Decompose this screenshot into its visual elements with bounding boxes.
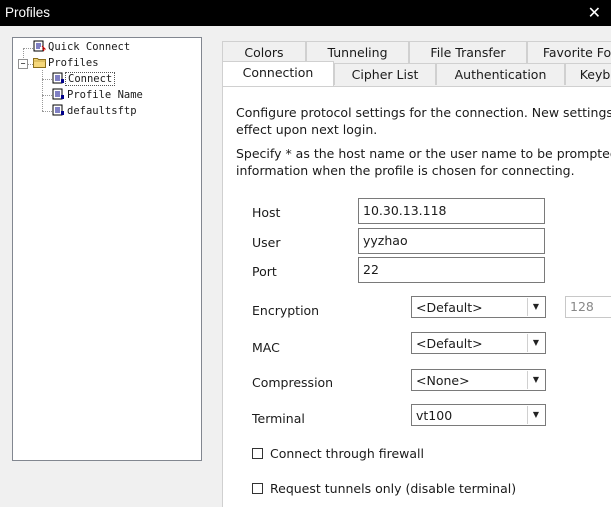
firewall-checkbox[interactable] [252,448,263,459]
tree-item-defaultsftp[interactable]: defaultsftp [52,104,139,119]
tree-item-label: Connect [65,72,116,86]
profile-icon [52,72,64,84]
chevron-down-icon[interactable]: ▼ [527,298,544,316]
tree-item-label: Quick Connect [48,41,131,53]
port-label: Port [252,264,277,279]
tree-item-label: Profile Name [67,89,143,101]
compression-select[interactable]: <None> ▼ [411,369,546,391]
port-input[interactable]: 22 [358,257,545,283]
description-line: Specify * as the host name or the user n… [236,146,611,161]
mac-label: MAC [252,340,280,355]
tab-colors[interactable]: Colors [222,41,306,63]
chevron-down-icon[interactable]: ▼ [527,371,544,389]
tree-item-profile-name[interactable]: Profile Name [52,88,145,103]
compression-value: <None> [416,373,470,388]
close-icon[interactable]: ✕ [588,3,601,22]
user-label: User [252,235,281,250]
tab-authentication[interactable]: Authentication [436,63,565,85]
folder-icon [33,58,46,68]
user-input[interactable]: yyzhao [358,228,545,254]
tree-item-connect[interactable]: Connect [52,72,116,87]
tab-cipher-list[interactable]: Cipher List [334,63,436,85]
window-title: Profiles [5,5,51,20]
profile-icon [52,88,64,100]
tree-item-profiles[interactable]: Profiles [33,56,101,71]
firewall-checkbox-label[interactable]: Connect through firewall [270,445,424,462]
mac-value: <Default> [416,336,483,351]
tree-item-label: defaultsftp [67,105,137,117]
tree-item-label: Profiles [48,57,99,69]
encryption-label: Encryption [252,303,320,318]
tab-keyboard[interactable]: Keyb [565,63,611,85]
encryption-bits-field: 128 [565,296,611,318]
tunnels-only-checkbox[interactable] [252,483,263,494]
description-line: information when the profile is chosen f… [236,163,575,178]
collapse-icon[interactable]: − [18,59,28,69]
description-line: effect upon next login. [236,122,378,137]
chevron-down-icon[interactable]: ▼ [527,406,544,424]
profile-icon [52,104,64,116]
tunnels-only-checkbox-label[interactable]: Request tunnels only (disable terminal) [270,480,516,497]
compression-label: Compression [252,375,334,390]
host-label: Host [252,205,281,220]
mac-select[interactable]: <Default> ▼ [411,332,546,354]
tab-connection[interactable]: Connection [222,61,334,86]
title-bar: Profiles ✕ [0,0,611,26]
encryption-value: <Default> [416,300,483,315]
chevron-down-icon[interactable]: ▼ [527,334,544,352]
tree-item-quick-connect[interactable]: Quick Connect [33,40,132,55]
quick-connect-icon [33,40,46,52]
profile-tree[interactable]: Quick Connect − Profiles Connect Profile… [12,37,202,461]
description-line: Configure protocol settings for the conn… [236,105,611,120]
terminal-value: vt100 [416,408,453,423]
encryption-select[interactable]: <Default> ▼ [411,296,546,318]
tab-favorite-folders[interactable]: Favorite Fo [527,41,611,63]
host-input[interactable]: 10.30.13.118 [358,198,545,224]
terminal-select[interactable]: vt100 ▼ [411,404,546,426]
terminal-label: Terminal [252,411,305,426]
tab-file-transfer[interactable]: File Transfer [409,41,527,63]
tab-tunneling[interactable]: Tunneling [306,41,409,63]
